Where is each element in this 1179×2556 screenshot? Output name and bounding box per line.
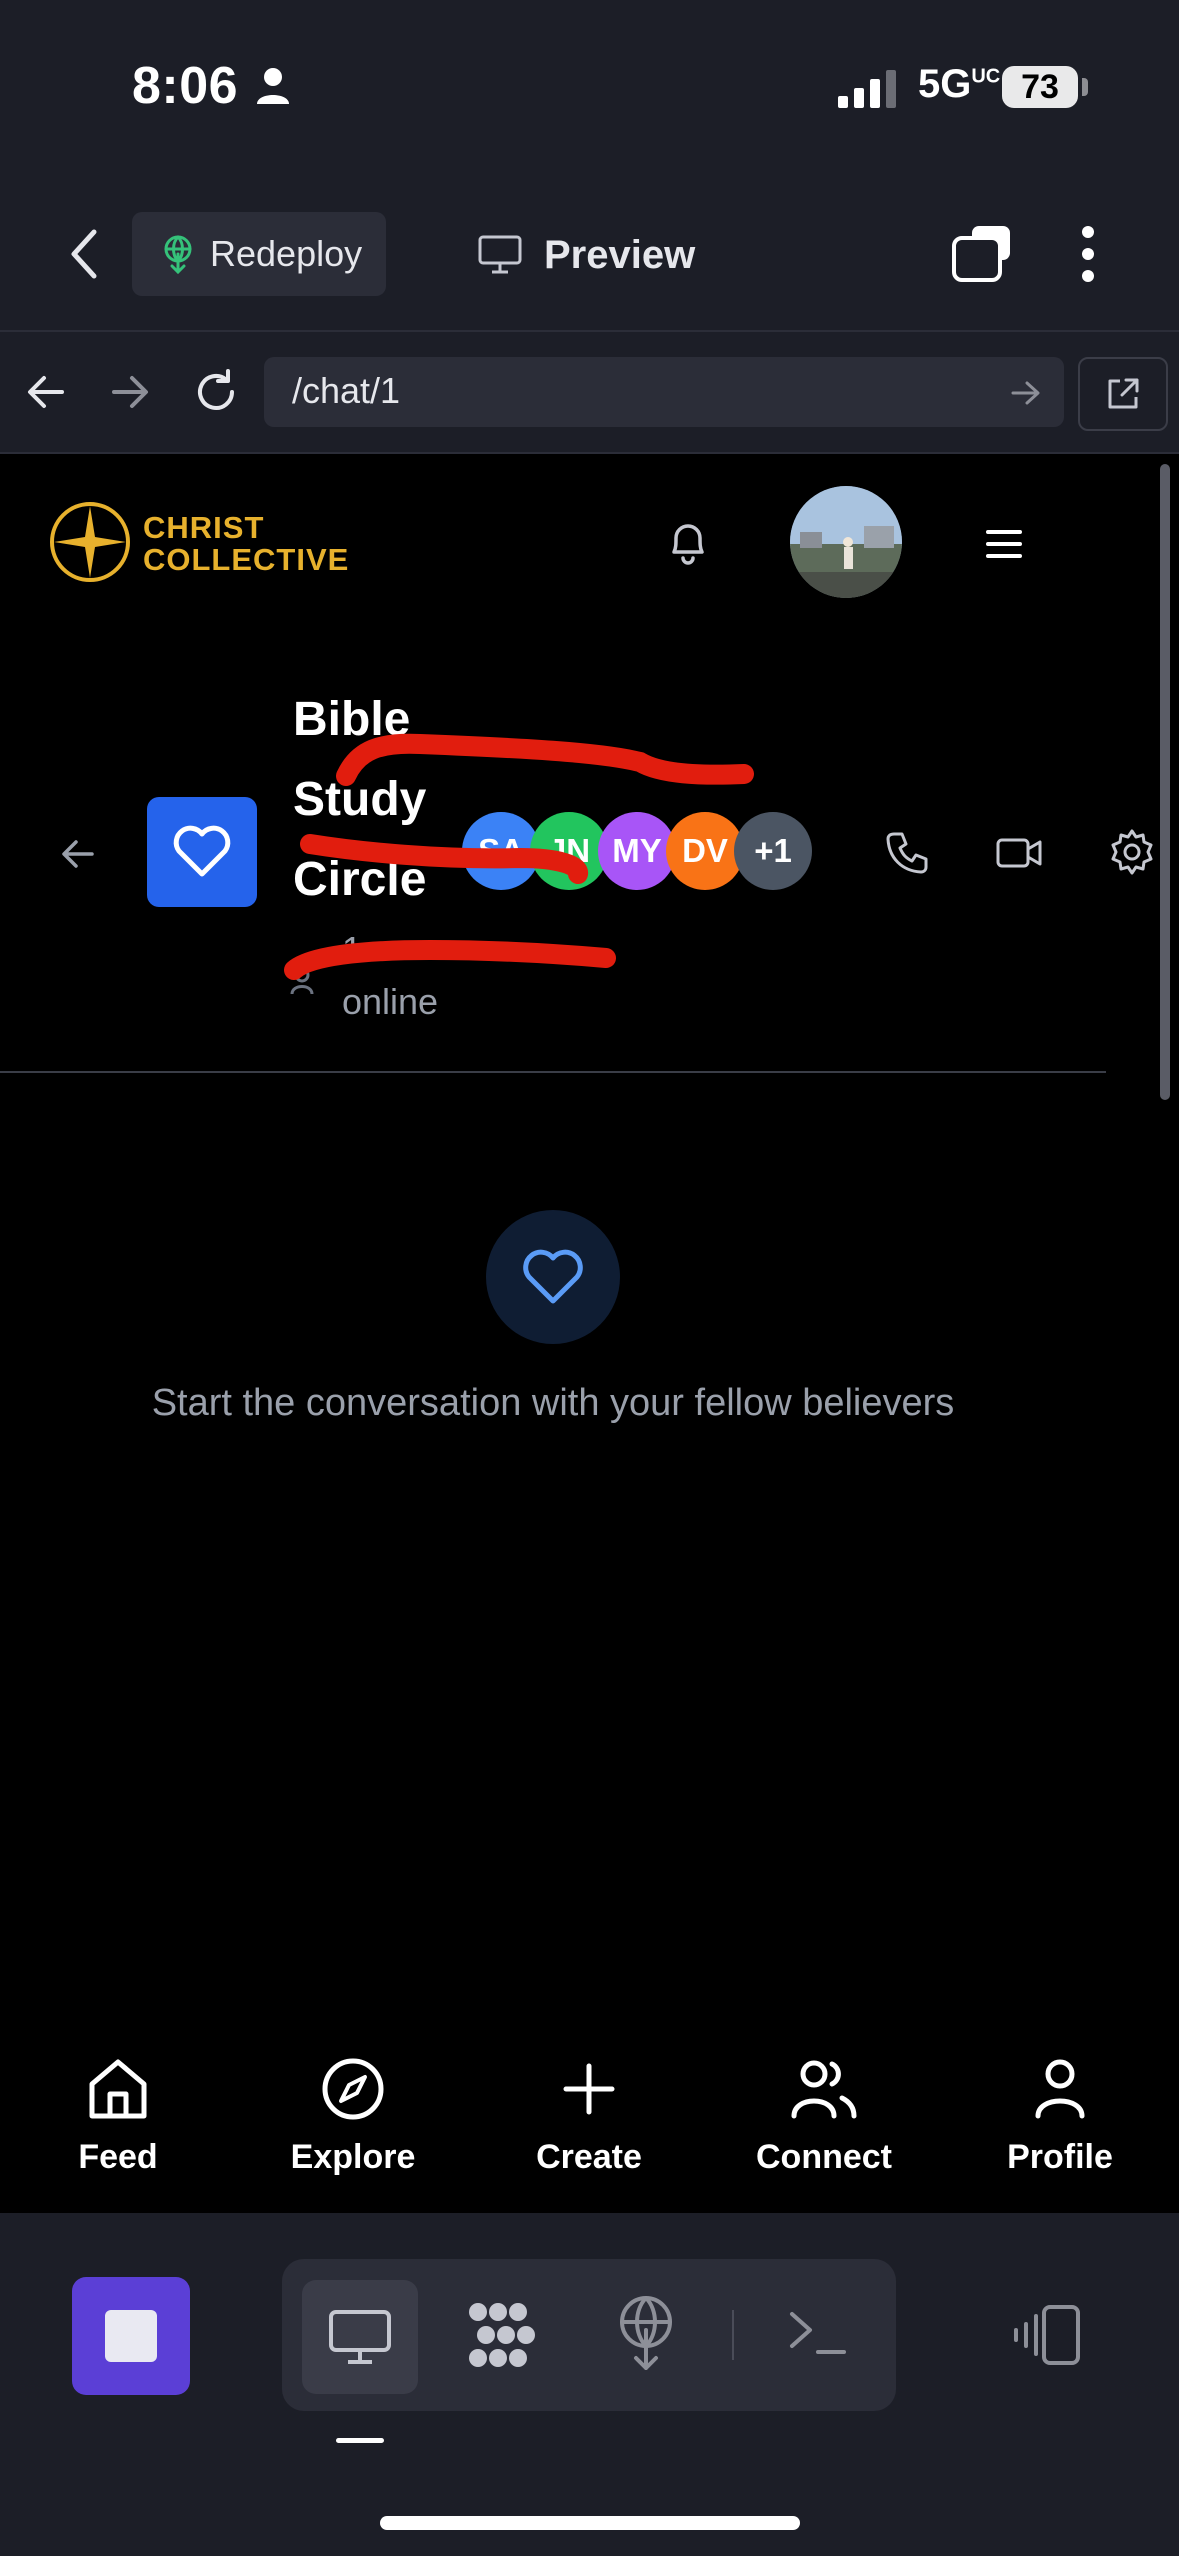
- nav-tab-profile[interactable]: Profile: [960, 2058, 1160, 2177]
- dock-preview-button[interactable]: [302, 2280, 418, 2394]
- nav-tab-label: Explore: [290, 2138, 416, 2176]
- terminal-icon[interactable]: [788, 2308, 848, 2356]
- nav-tab-label: Feed: [78, 2138, 158, 2176]
- nav-tab-label: Connect: [756, 2138, 892, 2176]
- compass-icon: [321, 2058, 385, 2120]
- stop-icon: [105, 2310, 157, 2362]
- stop-button[interactable]: [72, 2277, 190, 2395]
- nav-tab-connect[interactable]: Connect: [724, 2058, 924, 2177]
- heart-icon: [520, 1247, 586, 1307]
- home-indicator: [380, 2516, 800, 2530]
- plus-icon: [557, 2058, 621, 2120]
- nav-tab-feed[interactable]: Feed: [18, 2058, 218, 2177]
- active-tab-indicator: [336, 2438, 384, 2443]
- user-icon: [1028, 2058, 1092, 2120]
- redaction-marks: [0, 0, 1179, 1100]
- monitor-icon: [328, 2309, 392, 2365]
- scrollbar[interactable]: [1160, 464, 1170, 1100]
- nav-tab-label: Profile: [1007, 2138, 1113, 2176]
- home-icon: [86, 2058, 150, 2120]
- empty-state-badge: [486, 1210, 620, 1344]
- empty-state-message: Start the conversation with your fellow …: [151, 1382, 955, 1424]
- nav-tab-label: Create: [536, 2138, 642, 2176]
- nav-tab-explore[interactable]: Explore: [253, 2058, 453, 2177]
- nav-tab-create[interactable]: Create: [489, 2058, 689, 2177]
- chat-header-divider: [0, 1071, 1106, 1073]
- dock-separator: [732, 2310, 734, 2360]
- deploy-globe-icon[interactable]: [616, 2296, 676, 2370]
- devices-icon[interactable]: [1010, 2304, 1082, 2366]
- users-icon: [790, 2058, 858, 2120]
- agent-icon[interactable]: [464, 2300, 540, 2370]
